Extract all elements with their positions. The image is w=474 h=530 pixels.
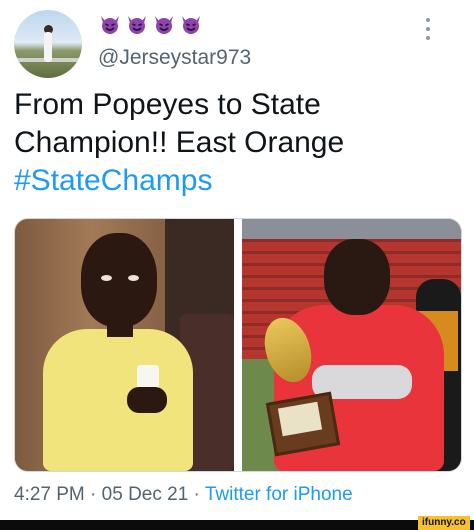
more-dot xyxy=(426,18,430,22)
more-vertical-icon[interactable] xyxy=(418,18,438,40)
tweet-text-line: Champion!! East Orange xyxy=(14,126,345,159)
photo-head xyxy=(81,233,157,327)
smiling-devil-icon xyxy=(179,14,203,34)
ifunny-watermark: ifunny.co xyxy=(418,516,470,530)
smiling-devil-icon xyxy=(98,14,122,34)
photo-eye xyxy=(128,275,139,281)
tweet-text-line: From Popeyes to State xyxy=(14,88,321,121)
media-photo-left[interactable] xyxy=(15,219,234,471)
photo-eye xyxy=(101,275,112,281)
tweet-text: From Popeyes to State Champion!! East Or… xyxy=(14,86,454,200)
meta-separator: · xyxy=(188,484,205,505)
watermark-bar xyxy=(0,520,474,530)
more-dot xyxy=(426,27,430,31)
photo-hand xyxy=(127,387,167,413)
photo-head xyxy=(324,239,390,315)
tweet-date[interactable]: 05 Dec 21 xyxy=(102,484,189,505)
user-handle[interactable]: @Jerseystar973 xyxy=(98,46,251,70)
tweet-media[interactable] xyxy=(14,218,462,472)
tweet-card: @Jerseystar973 From Popeyes to State Cha… xyxy=(0,0,474,530)
more-dot xyxy=(426,36,430,40)
hashtag-link[interactable]: #StateChamps xyxy=(14,162,454,200)
tweet-meta: 4:27 PM · 05 Dec 21 · Twitter for iPhone xyxy=(14,484,353,506)
avatar[interactable] xyxy=(14,10,82,78)
tweet-time[interactable]: 4:27 PM xyxy=(14,484,85,505)
smiling-devil-icon xyxy=(152,14,176,34)
media-photo-right[interactable] xyxy=(242,219,461,471)
tweet-source-link[interactable]: Twitter for iPhone xyxy=(205,484,353,505)
meta-separator: · xyxy=(84,484,102,505)
avatar-person xyxy=(44,32,52,62)
display-name-emojis[interactable] xyxy=(98,14,203,34)
smiling-devil-icon xyxy=(125,14,149,34)
photo-shirt xyxy=(43,329,193,471)
